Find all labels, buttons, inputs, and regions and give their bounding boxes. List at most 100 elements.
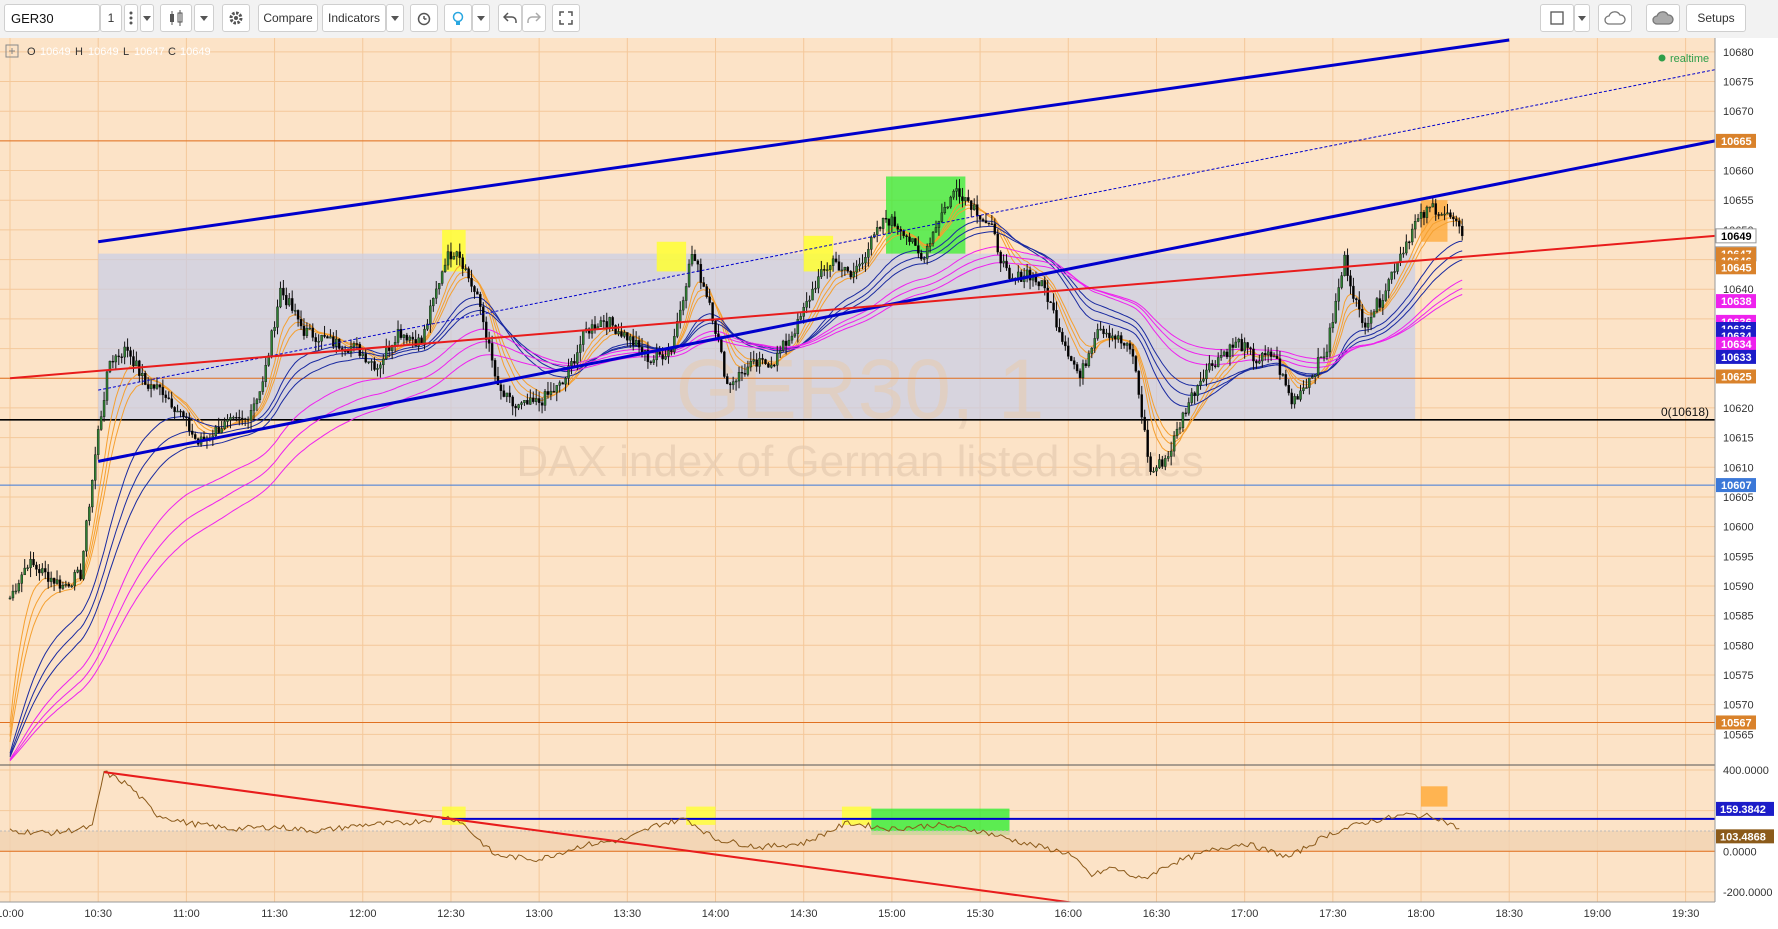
candle-body: [38, 569, 41, 574]
candles-icon[interactable]: [160, 4, 192, 32]
candle-body: [1125, 343, 1129, 346]
candle-body: [1190, 392, 1193, 403]
candle-body: [493, 360, 497, 377]
layout-chevron-down-icon[interactable]: [1574, 4, 1590, 32]
candle-body: [352, 343, 356, 347]
compare-button[interactable]: Compare: [258, 4, 318, 32]
candle-body: [561, 382, 564, 385]
candle-body: [1084, 363, 1088, 367]
candle-body: [923, 258, 926, 260]
candle-body: [373, 361, 376, 370]
candle-body: [1255, 360, 1258, 364]
redo-icon[interactable]: [522, 4, 546, 32]
candle-body: [867, 249, 870, 258]
fib-level-label: 0(10618): [1661, 405, 1709, 419]
price-tag-label: 10649: [1721, 231, 1752, 243]
cloud-upload-icon[interactable]: [1646, 4, 1680, 32]
candle-body: [787, 339, 791, 346]
candle-body: [611, 317, 614, 326]
osc-zone: [841, 806, 872, 825]
candle-body: [1025, 269, 1029, 277]
candle-body: [76, 569, 79, 573]
candle-body: [820, 269, 823, 277]
candle-body: [1164, 458, 1167, 467]
yellow-zone: [656, 241, 687, 272]
candle-body: [149, 384, 153, 389]
symbol-search-input[interactable]: GER30: [4, 4, 100, 32]
osc-zone: [1421, 786, 1448, 807]
chevron-down-icon[interactable]: [140, 4, 154, 32]
candle-body: [1046, 287, 1049, 303]
candle-body: [1008, 267, 1011, 279]
indicators-chevron-down-icon[interactable]: [386, 4, 404, 32]
fullscreen-icon[interactable]: [552, 4, 580, 32]
candle-body: [1205, 369, 1208, 380]
chart-canvas[interactable]: GER30, 1 DAX index of German listed shar…: [0, 38, 1778, 929]
time-tick-label: 18:00: [1407, 908, 1435, 920]
candle-body: [1122, 342, 1126, 346]
candle-body: [282, 287, 285, 296]
price-tag-label: 10665: [1721, 136, 1752, 148]
candle-body: [193, 434, 197, 439]
layout-square-icon[interactable]: [1540, 4, 1574, 32]
alert-clock-icon[interactable]: [410, 4, 438, 32]
gear-icon[interactable]: [222, 4, 250, 32]
time-tick-label: 19:00: [1584, 908, 1612, 920]
candle-body: [702, 282, 705, 287]
candle-body: [129, 350, 132, 357]
candle-body: [332, 336, 335, 347]
candle-body: [329, 336, 332, 339]
candle-body: [1264, 352, 1267, 356]
candle-body: [52, 577, 56, 584]
candle-body: [20, 574, 23, 584]
candle-body: [23, 567, 26, 576]
time-tick-label: 13:30: [614, 908, 642, 920]
candle-body: [146, 384, 150, 389]
candle-body: [629, 336, 632, 341]
candle-body: [1037, 281, 1041, 287]
time-tick-label: 17:30: [1319, 908, 1347, 920]
candle-body: [1111, 335, 1114, 339]
candle-body: [479, 294, 482, 307]
chart-type-chevron-down-icon[interactable]: [194, 4, 214, 32]
candle-body: [1043, 280, 1046, 289]
cloud-download-icon[interactable]: [1598, 4, 1632, 32]
candle-body: [1343, 254, 1346, 276]
candle-body: [1293, 396, 1296, 405]
candle-body: [461, 257, 464, 269]
candle-body: [1211, 363, 1214, 366]
legend-close-label: C: [168, 46, 176, 58]
candle-body: [114, 355, 118, 363]
ideas-chevron-down-icon[interactable]: [472, 4, 490, 32]
candle-body: [437, 283, 441, 290]
candle-body: [887, 218, 891, 226]
candle-body: [46, 571, 50, 582]
candle-body: [1416, 218, 1420, 222]
candle-body: [1452, 216, 1455, 220]
candle-body: [529, 397, 532, 405]
indicators-button[interactable]: Indicators: [322, 4, 386, 32]
candle-body: [220, 428, 223, 433]
candle-body: [1143, 416, 1146, 431]
candle-body: [1296, 396, 1299, 400]
price-tag-label: 10633: [1721, 352, 1752, 364]
more-vertical-icon[interactable]: [124, 4, 138, 32]
lightbulb-icon[interactable]: [444, 4, 472, 32]
candle-body: [1316, 356, 1320, 376]
candle-body: [255, 399, 259, 405]
setups-button[interactable]: Setups: [1686, 4, 1746, 32]
candle-body: [1161, 459, 1164, 467]
undo-icon[interactable]: [498, 4, 522, 32]
candle-body: [1166, 456, 1170, 459]
interval-button[interactable]: 1: [100, 4, 122, 32]
candle-body: [111, 360, 115, 363]
candle-body: [861, 262, 864, 265]
candle-body: [828, 265, 832, 270]
candle-body: [246, 418, 250, 421]
candle-body: [1119, 335, 1123, 344]
candle-body: [141, 373, 144, 376]
candle-body: [167, 397, 170, 399]
legend-open-label: O: [27, 46, 36, 58]
candle-body: [264, 365, 267, 382]
candle-body: [408, 336, 412, 341]
